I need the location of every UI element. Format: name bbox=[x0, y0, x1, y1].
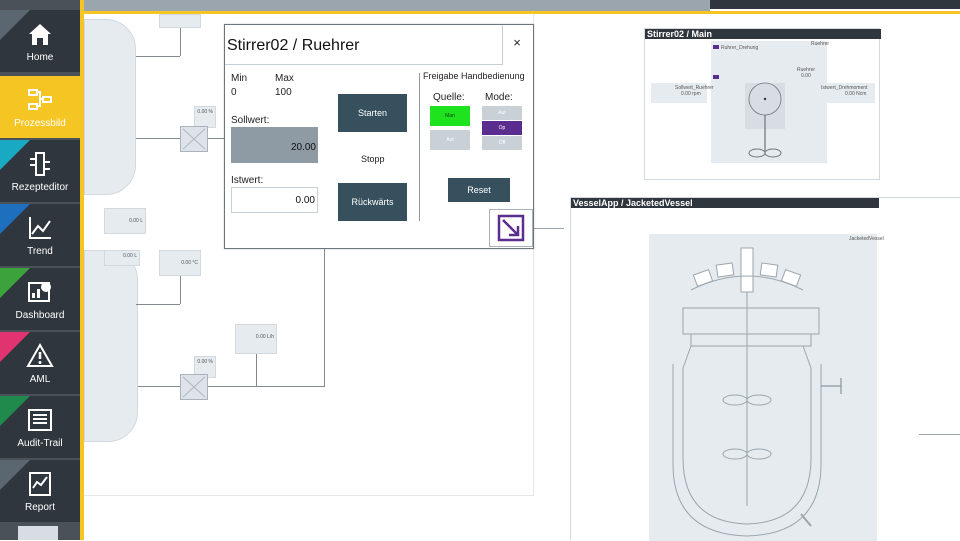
reverse-button[interactable]: Rückwärts bbox=[338, 183, 407, 221]
top-header-dark bbox=[710, 0, 960, 9]
report-icon bbox=[29, 472, 51, 496]
dialog-title: Stirrer02 / Ruehrer bbox=[225, 25, 503, 65]
warning-icon bbox=[26, 342, 54, 367]
mode-indicator bbox=[713, 75, 719, 79]
mode-op-button[interactable]: Op bbox=[482, 121, 522, 135]
expand-icon bbox=[497, 214, 525, 242]
nav-home-label: Home bbox=[26, 52, 54, 63]
sollwert-rpm: 0.00 rpm bbox=[681, 91, 701, 97]
panel-title: Stirrer02 / Main bbox=[645, 29, 881, 39]
source-manual-button[interactable]: Man bbox=[430, 106, 470, 126]
min-value: 0 bbox=[231, 87, 237, 98]
sollwert-label: Sollwert: bbox=[231, 115, 270, 126]
nav-rezepteditor[interactable]: Rezepteditor bbox=[0, 140, 80, 202]
panel-title: VesselApp / JacketedVessel bbox=[571, 198, 879, 208]
freigabe-label: Freigabe Handbedienung bbox=[423, 71, 525, 81]
tag-ruehrer: Ruehrer bbox=[811, 41, 830, 47]
nav-report[interactable]: Report bbox=[0, 460, 80, 522]
nav-more-item[interactable] bbox=[18, 526, 58, 540]
stop-status[interactable]: Stopp bbox=[361, 154, 385, 164]
sollwert-input[interactable]: 20.00 bbox=[231, 127, 318, 163]
max-label: Max bbox=[275, 73, 294, 84]
reset-button[interactable]: Reset bbox=[448, 178, 510, 202]
nav-audit-trail-label: Audit-Trail bbox=[17, 438, 63, 449]
min-label: Min bbox=[231, 73, 248, 84]
jacketed-vessel-panel: VesselApp / JacketedVessel JacketedVesse… bbox=[570, 197, 960, 541]
nav-audit-trail[interactable]: Audit-Trail bbox=[0, 396, 80, 458]
tag-jacketed-vessel: JacketedVessel bbox=[849, 236, 884, 242]
nav-dashboard-label: Dashboard bbox=[15, 310, 65, 321]
start-button[interactable]: Starten bbox=[338, 94, 407, 132]
mode-label: Mode: bbox=[485, 92, 513, 103]
jacketed-vessel-icon bbox=[672, 247, 842, 537]
navigation-sidebar: Home Prozessbild Rezepteditor Trend Dash… bbox=[0, 0, 80, 540]
nav-report-label: Report bbox=[24, 502, 55, 513]
recipe-editor-icon bbox=[30, 152, 50, 176]
nav-prozessbild-label: Prozessbild bbox=[14, 118, 66, 129]
nav-dashboard[interactable]: Dashboard bbox=[0, 268, 80, 330]
nav-prozessbild[interactable]: Prozessbild bbox=[0, 76, 80, 138]
close-button[interactable]: × bbox=[505, 31, 529, 55]
nav-aml[interactable]: AML bbox=[0, 332, 80, 394]
op-indicator bbox=[713, 45, 719, 49]
expand-button[interactable] bbox=[489, 209, 533, 247]
drehmoment-value: 0.00 Ncm bbox=[845, 91, 867, 97]
quelle-label: Quelle: bbox=[433, 92, 465, 103]
nav-rezepteditor-label: Rezepteditor bbox=[11, 182, 69, 193]
istwert-label: Istwert: bbox=[231, 175, 264, 186]
nav-home[interactable]: Home bbox=[0, 10, 80, 72]
process-diagram-icon bbox=[28, 89, 52, 110]
mode-off-button[interactable]: Off bbox=[482, 136, 522, 150]
dashboard-icon bbox=[28, 282, 51, 302]
nav-aml-label: AML bbox=[29, 374, 51, 385]
stirrer-icon bbox=[745, 82, 785, 158]
center-value: 0.00 bbox=[801, 73, 811, 79]
mode-auto-button[interactable]: Aut bbox=[482, 106, 522, 120]
nav-trend-label: Trend bbox=[27, 246, 53, 257]
source-auto-button[interactable]: Aut bbox=[430, 130, 470, 150]
faceplate-dialog: Stirrer02 / Ruehrer × Min Max 0 100 Soll… bbox=[224, 24, 534, 249]
stirrer-main-panel: Stirrer02 / Main Ruehrer Ruhrer_Drehung … bbox=[644, 28, 881, 180]
nav-trend[interactable]: Trend bbox=[0, 204, 80, 266]
home-icon bbox=[29, 24, 51, 45]
trend-chart-icon bbox=[29, 217, 51, 239]
outlet-line bbox=[919, 434, 960, 435]
tag-rotation: Ruhrer_Drehung bbox=[721, 45, 759, 51]
separator bbox=[419, 73, 420, 221]
connector-line bbox=[534, 228, 564, 229]
max-value: 100 bbox=[275, 87, 292, 98]
top-header-strip bbox=[84, 0, 710, 11]
istwert-field: 0.00 bbox=[231, 187, 318, 213]
audit-trail-icon bbox=[28, 409, 52, 431]
